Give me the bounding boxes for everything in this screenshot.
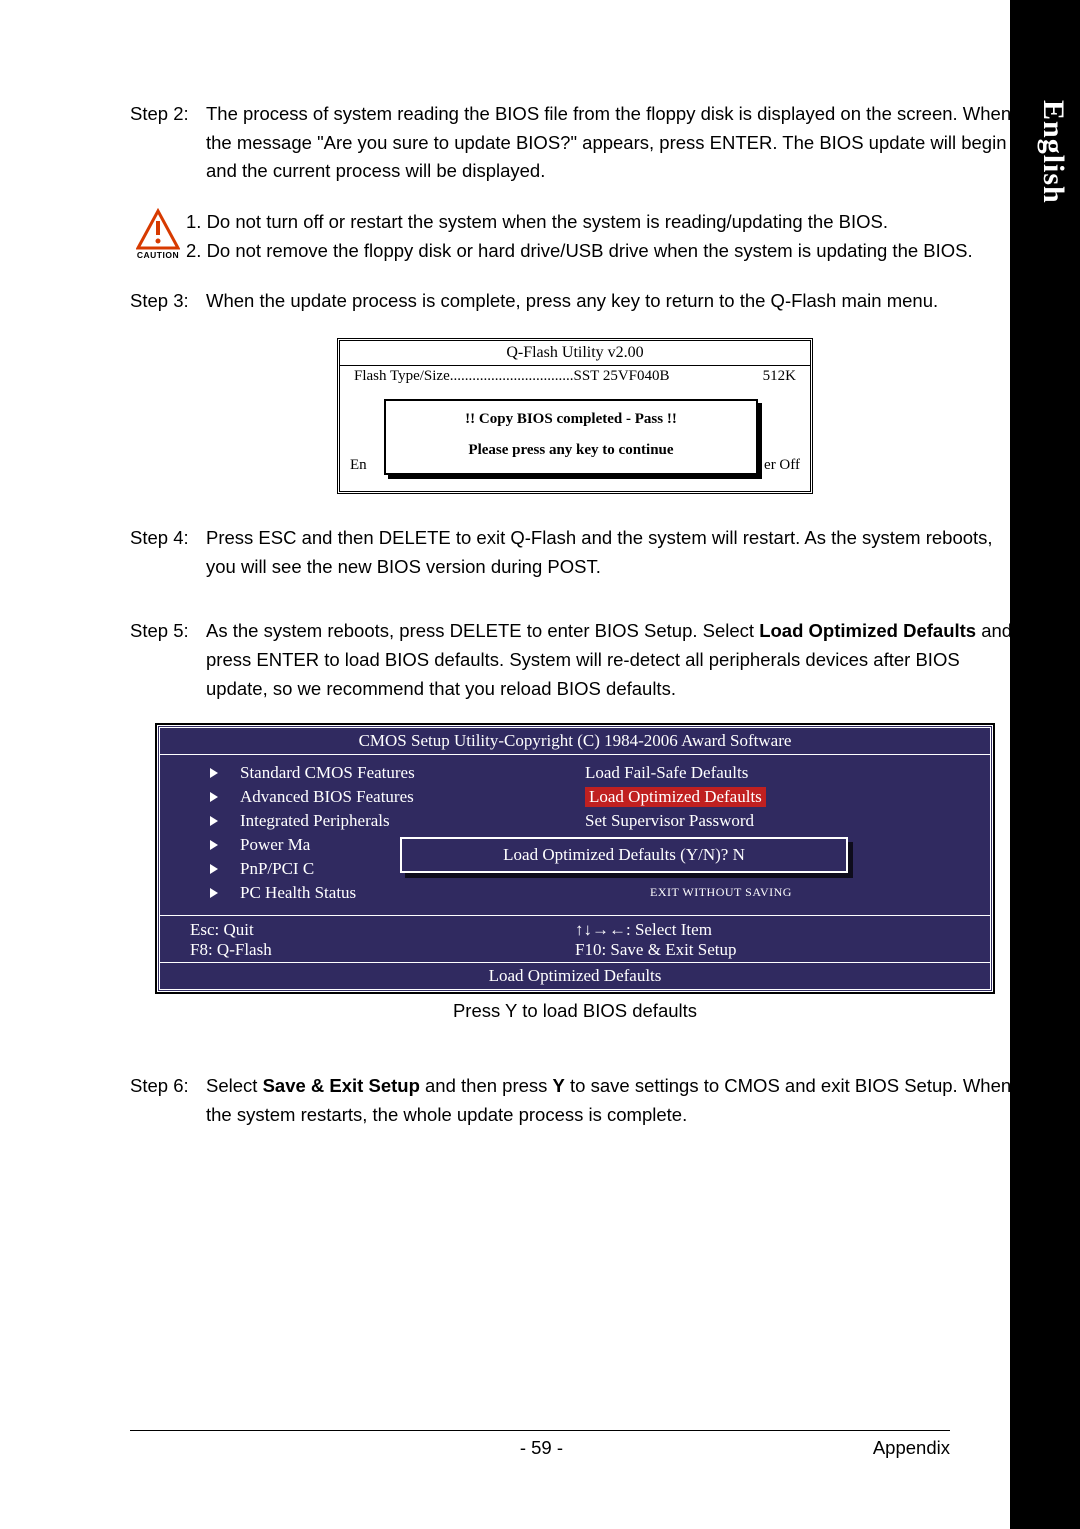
cmos-help-row: Esc: Quit F8: Q-Flash ↑↓→←: Select Item …	[160, 916, 990, 963]
section-name: Appendix	[873, 1437, 950, 1459]
triangle-icon	[210, 864, 218, 874]
step-body: Press ESC and then DELETE to exit Q-Flas…	[206, 524, 1020, 581]
qflash-title: Q-Flash Utility v2.00	[340, 341, 810, 366]
step-body: The process of system reading the BIOS f…	[206, 100, 1020, 186]
qflash-info-row: Flash Type/Size.........................…	[340, 366, 810, 395]
qflash-msg: !! Copy BIOS completed - Pass !!	[394, 411, 748, 428]
help-esc: Esc: Quit	[190, 920, 575, 940]
figure-caption: Press Y to load BIOS defaults	[130, 1000, 1020, 1022]
menu-item-highlighted: Load Optimized Defaults	[585, 787, 766, 807]
step5-text: As the system reboots, press DELETE to e…	[206, 620, 759, 641]
triangle-icon	[210, 792, 218, 802]
cmos-dialog: Load Optimized Defaults (Y/N)? N	[400, 837, 848, 873]
step-body: Select Save & Exit Setup and then press …	[206, 1072, 1020, 1129]
menu-item: Advanced BIOS Features	[240, 787, 414, 807]
triangle-icon	[210, 840, 218, 850]
page-footer: - 59 - Appendix	[130, 1430, 950, 1459]
menu-item: Set Supervisor Password	[585, 811, 754, 831]
qflash-msg: Please press any key to continue	[394, 442, 748, 459]
help-f10: F10: Save & Exit Setup	[575, 940, 960, 960]
step-body: When the update process is complete, pre…	[206, 287, 1020, 316]
step6-bold: Y	[553, 1075, 565, 1096]
help-f8: F8: Q-Flash	[190, 940, 575, 960]
triangle-icon	[210, 768, 218, 778]
menu-item: PC Health Status	[240, 883, 356, 903]
caution-label: CAUTION	[137, 250, 179, 260]
triangle-icon	[210, 816, 218, 826]
step-4: Step 4: Press ESC and then DELETE to exi…	[130, 524, 1020, 581]
exit-without-saving: Exit Without Saving	[650, 885, 792, 900]
page-number: - 59 -	[210, 1437, 873, 1459]
menu-item: PnP/PCI C	[240, 859, 314, 879]
document-page: English Step 2: The process of system re…	[0, 0, 1080, 1529]
menu-item: Standard CMOS Features	[240, 763, 415, 783]
caution-icon: CAUTION	[130, 208, 186, 260]
step-2: Step 2: The process of system reading th…	[130, 100, 1020, 186]
caution-block: CAUTION 1. Do not turn off or restart th…	[130, 208, 1020, 265]
step-3: Step 3: When the update process is compl…	[130, 287, 1020, 316]
menu-item: Integrated Peripherals	[240, 811, 390, 831]
caution-line: 2. Do not remove the floppy disk or hard…	[186, 237, 1020, 266]
step-5: Step 5: As the system reboots, press DEL…	[130, 617, 1020, 703]
step6-bold: Save & Exit Setup	[263, 1075, 420, 1096]
behind-right: er Off	[764, 457, 800, 474]
step-label: Step 2:	[130, 100, 206, 186]
menu-item: Load Fail-Safe Defaults	[585, 763, 748, 783]
flash-size: 512K	[763, 368, 796, 385]
step-label: Step 6:	[130, 1072, 206, 1129]
cmos-figure: CMOS Setup Utility-Copyright (C) 1984-20…	[157, 725, 993, 992]
step-label: Step 4:	[130, 524, 206, 581]
step-body: As the system reboots, press DELETE to e…	[206, 617, 1020, 703]
flash-type: Flash Type/Size.........................…	[354, 368, 670, 385]
cmos-menu: Standard CMOS Features Advanced BIOS Fea…	[160, 755, 990, 916]
caution-line: 1. Do not turn off or restart the system…	[186, 208, 1020, 237]
step6-text: Select	[206, 1075, 263, 1096]
behind-left: En	[350, 457, 367, 474]
menu-item: Power Ma	[240, 835, 310, 855]
triangle-icon	[210, 888, 218, 898]
step5-bold: Load Optimized Defaults	[759, 620, 976, 641]
caution-text: 1. Do not turn off or restart the system…	[186, 208, 1020, 265]
step-label: Step 3:	[130, 287, 206, 316]
step6-text: and then press	[420, 1075, 553, 1096]
qflash-figure: Q-Flash Utility v2.00 Flash Type/Size...…	[337, 338, 813, 494]
language-tab: English	[1036, 100, 1070, 204]
side-strip	[1010, 0, 1080, 1529]
step-label: Step 5:	[130, 617, 206, 703]
cmos-title: CMOS Setup Utility-Copyright (C) 1984-20…	[160, 728, 990, 755]
help-select: ↑↓→←: Select Item	[575, 920, 960, 940]
qflash-dialog: !! Copy BIOS completed - Pass !! Please …	[384, 399, 758, 475]
cmos-footer: Load Optimized Defaults	[160, 963, 990, 989]
step-6: Step 6: Select Save & Exit Setup and the…	[130, 1072, 1020, 1129]
